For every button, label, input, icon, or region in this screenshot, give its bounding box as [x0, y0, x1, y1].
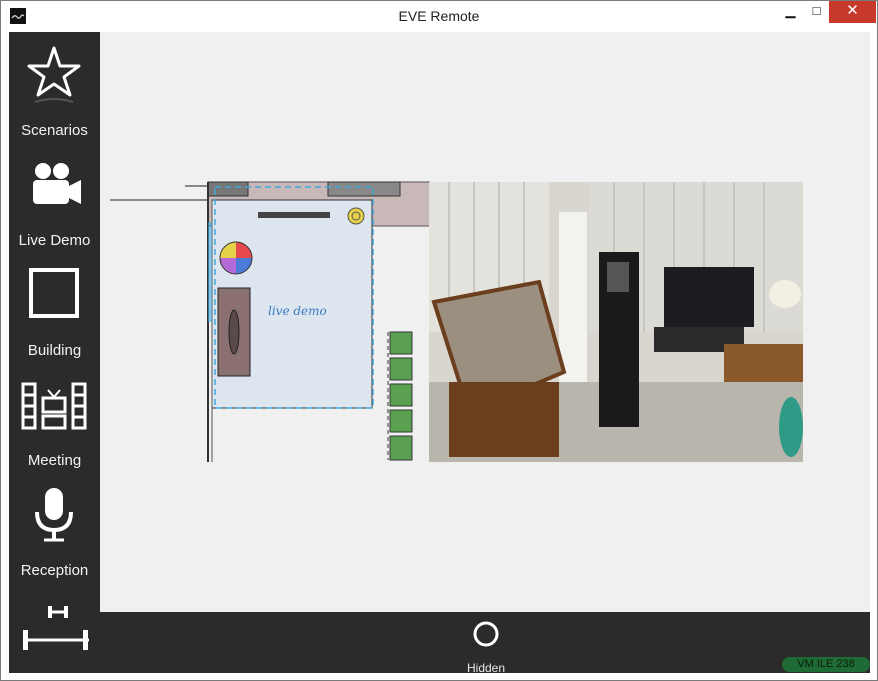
sidebar-item-label: Building [27, 342, 82, 359]
status-badge: VM ILE 238 [782, 657, 870, 672]
sidebar-item-label: Meeting [27, 452, 82, 469]
dumbbell-icon [23, 606, 89, 650]
title-bar: EVE Remote ▁ □ ✕ [1, 1, 877, 31]
square-icon [29, 268, 79, 318]
close-button[interactable]: ✕ [829, 1, 876, 23]
sidebar-item-live-demo[interactable]: Live Demo [9, 142, 100, 252]
sidebar-item-scenarios[interactable]: Scenarios [9, 32, 100, 142]
minimize-button[interactable]: ▁ [777, 1, 804, 23]
video-camera-icon [33, 163, 81, 204]
sidebar-item-building[interactable]: Building [9, 252, 100, 362]
main-canvas: live demo [100, 32, 870, 612]
sidebar-item-meeting[interactable]: Meeting [9, 362, 100, 472]
microphone-icon [35, 488, 73, 542]
room-label: live demo [268, 304, 327, 318]
sidebar-item-reception[interactable]: Reception [9, 472, 100, 582]
star-icon [27, 46, 81, 103]
circle-icon [473, 621, 499, 647]
sidebar-item-label: Live Demo [18, 232, 91, 249]
sidebar-item-label: Reception [20, 562, 89, 579]
meeting-room-icon [21, 382, 87, 430]
live-camera-feed[interactable] [429, 182, 803, 462]
hidden-button[interactable]: Hidden [462, 616, 510, 675]
maximize-button[interactable]: □ [804, 1, 829, 23]
window-title: EVE Remote [398, 8, 480, 24]
hidden-label: Hidden [466, 661, 506, 675]
color-wheel-icon[interactable] [219, 241, 253, 275]
app-window: EVE Remote ▁ □ ✕ Scenarios Live Demo Bui… [0, 0, 878, 681]
bottom-bar: Hidden VM ILE 238 [100, 612, 870, 675]
floor-plan [110, 181, 430, 462]
sidebar: Scenarios Live Demo Building Meeting Rec… [9, 32, 100, 673]
sidebar-item-label: Scenarios [21, 122, 88, 139]
sidebar-item-fitness[interactable] [9, 582, 100, 673]
